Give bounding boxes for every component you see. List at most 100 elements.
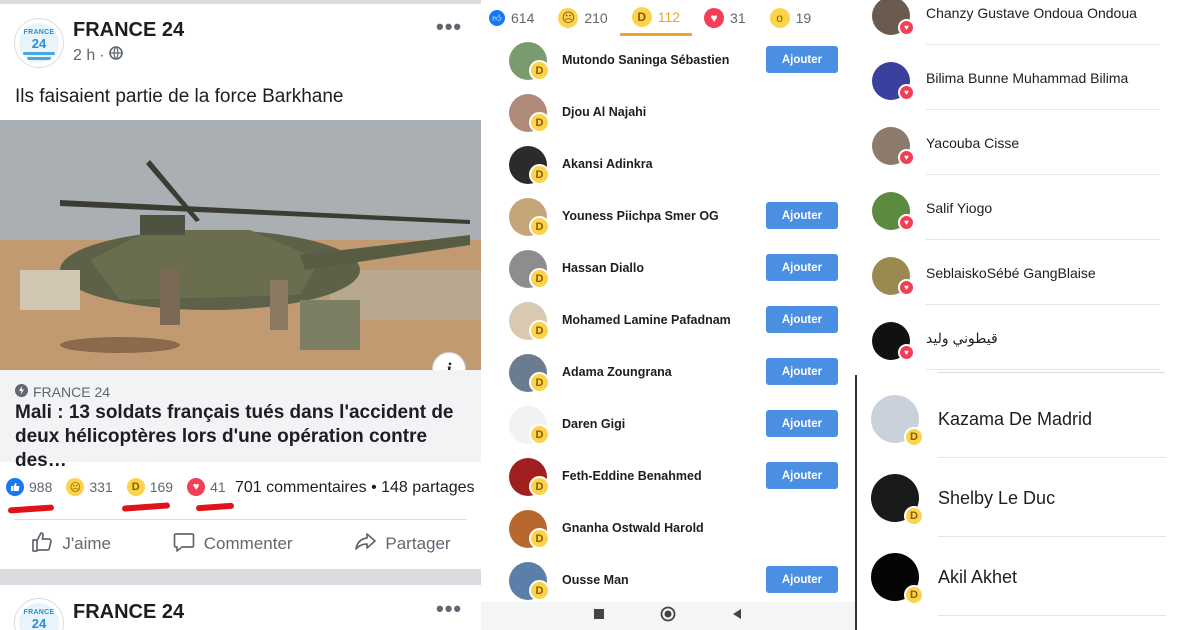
person-name[interactable]: Kazama De Madrid	[938, 409, 1092, 430]
link-preview[interactable]: FRANCE 24 Mali : 13 soldats français tué…	[0, 370, 481, 471]
list-item[interactable]: D Shelby Le Duc	[855, 458, 1200, 537]
list-item[interactable]: D Mohamed Lamine Pafadnam Ajouter	[481, 296, 855, 348]
sad-reaction[interactable]: ☹ 331	[66, 478, 113, 496]
like-reaction[interactable]: 988	[6, 478, 52, 496]
person-name[interactable]: Feth-Eddine Benahmed	[562, 469, 702, 483]
next-more-options-icon[interactable]: •••	[436, 596, 462, 622]
logo-text: FRANCE	[23, 29, 55, 36]
link-source-name: FRANCE 24	[33, 384, 111, 400]
wow-icon: o	[769, 8, 790, 28]
list-item[interactable]: ♥ قيطوني وليد	[855, 305, 1200, 370]
person-name[interactable]: Yacouba Cisse	[926, 135, 1019, 151]
haha-reaction[interactable]: D 169	[126, 478, 173, 496]
comment-icon	[172, 530, 196, 559]
add-friend-button[interactable]: Ajouter	[766, 46, 838, 73]
tab-love[interactable]: ♥ 31	[692, 0, 758, 36]
list-item[interactable]: D Akil Akhet	[855, 537, 1200, 616]
back-icon[interactable]	[731, 607, 743, 625]
page-avatar[interactable]: FRANCE 24	[14, 18, 64, 68]
list-item[interactable]: ♥ Chanzy Gustave Ondoua Ondoua	[855, 0, 1200, 45]
list-item[interactable]: ♥ SeblaiskoSébé GangBlaise	[855, 240, 1200, 305]
list-item[interactable]: D Akansi Adinkra	[481, 140, 855, 192]
reactions-panel: 👍︎ 614 ☹ 210 D 112 ♥ 31 o 19 D Mutondo Sa…	[481, 0, 855, 630]
list-item[interactable]: ♥ Salif Yiogo	[855, 175, 1200, 240]
list-item[interactable]: D Hassan Diallo Ajouter	[481, 244, 855, 296]
person-name[interactable]: Mutondo Saninga Sébastien	[562, 53, 729, 67]
logo-number: 24	[31, 36, 47, 51]
haha-icon: D	[529, 580, 550, 601]
list-item[interactable]: ♥ Bilima Bunne Muhammad Bilima	[855, 45, 1200, 110]
comment-button[interactable]: Commenter	[172, 530, 293, 559]
add-friend-button[interactable]: Ajouter	[766, 358, 838, 385]
list-item[interactable]: D Ousse Man Ajouter	[481, 556, 855, 608]
list-item[interactable]: ♥ Yacouba Cisse	[855, 110, 1200, 175]
post-caption: Ils faisaient partie de la force Barkhan…	[15, 86, 344, 107]
list-item[interactable]: D Daren Gigi Ajouter	[481, 400, 855, 452]
add-friend-button[interactable]: Ajouter	[766, 462, 838, 489]
tab-love-count: 31	[730, 10, 746, 26]
person-name[interactable]: قيطوني وليد	[926, 330, 998, 347]
red-underline-love	[195, 502, 235, 512]
more-options-icon[interactable]: •••	[436, 14, 462, 40]
person-name[interactable]: Salif Yiogo	[926, 200, 992, 216]
list-item[interactable]: D Kazama De Madrid	[855, 379, 1200, 458]
person-name[interactable]: Hassan Diallo	[562, 261, 644, 275]
person-name[interactable]: Shelby Le Duc	[938, 488, 1055, 509]
add-friend-button[interactable]: Ajouter	[766, 566, 838, 593]
person-name[interactable]: Daren Gigi	[562, 417, 625, 431]
home-icon[interactable]	[660, 606, 676, 627]
lightning-icon	[15, 384, 28, 400]
list-item[interactable]: D Feth-Eddine Benahmed Ajouter	[481, 452, 855, 504]
person-name[interactable]: Akansi Adinkra	[562, 157, 653, 171]
person-name[interactable]: Adama Zoungrana	[562, 365, 672, 379]
share-count[interactable]: 148 partages	[381, 479, 474, 496]
link-source: FRANCE 24	[15, 384, 110, 400]
tab-sad[interactable]: ☹ 210	[546, 0, 619, 36]
next-page-name[interactable]: FRANCE 24	[73, 601, 184, 624]
post-photo[interactable]	[0, 120, 481, 370]
next-page-avatar[interactable]: FRANCE 24	[14, 598, 64, 630]
person-name[interactable]: Youness Piichpa Smer OG	[562, 209, 719, 223]
person-name[interactable]: Gnanha Ostwald Harold	[562, 521, 704, 535]
recents-icon[interactable]	[593, 607, 605, 625]
divider	[926, 369, 1160, 370]
add-friend-button[interactable]: Ajouter	[766, 254, 838, 281]
post-time[interactable]: 2 h	[73, 47, 95, 65]
add-friend-button[interactable]: Ajouter	[766, 306, 838, 333]
haha-icon: D	[529, 112, 550, 133]
page-name[interactable]: FRANCE 24	[73, 19, 184, 42]
like-button[interactable]: J'aime	[30, 530, 111, 559]
sad-icon: ☹	[66, 478, 85, 496]
list-item[interactable]: D Adama Zoungrana Ajouter	[481, 348, 855, 400]
list-item[interactable]: D Mutondo Saninga Sébastien Ajouter	[481, 36, 855, 88]
person-name[interactable]: Chanzy Gustave Ondoua Ondoua	[926, 5, 1137, 21]
person-name[interactable]: Ousse Man	[562, 573, 629, 587]
france24-logo: FRANCE 24	[19, 603, 59, 630]
logo-number: 24	[31, 616, 47, 630]
list-item[interactable]: D Youness Piichpa Smer OG Ajouter	[481, 192, 855, 244]
person-name[interactable]: Akil Akhet	[938, 567, 1017, 588]
list-item[interactable]: D Djou Al Najahi	[481, 88, 855, 140]
tab-like[interactable]: 👍︎ 614	[481, 0, 546, 36]
add-friend-button[interactable]: Ajouter	[766, 410, 838, 437]
person-name[interactable]: Djou Al Najahi	[562, 105, 646, 119]
haha-icon: D	[529, 60, 550, 81]
logo-text: FRANCE	[23, 609, 55, 616]
comment-count[interactable]: 701 commentaires	[235, 479, 367, 496]
comments-shares[interactable]: 701 commentaires • 148 partages	[235, 479, 475, 497]
list-item[interactable]: D Gnanha Ostwald Harold	[481, 504, 855, 556]
france24-logo: FRANCE 24	[19, 23, 59, 63]
post-panel: FRANCE 24 FRANCE 24 2 h · ••• Ils faisai…	[0, 0, 481, 630]
person-name[interactable]: SeblaiskoSébé GangBlaise	[926, 265, 1096, 281]
share-icon	[353, 530, 377, 559]
love-reaction[interactable]: ♥ 41	[187, 478, 226, 496]
person-name[interactable]: Mohamed Lamine Pafadnam	[562, 313, 731, 327]
person-name[interactable]: Bilima Bunne Muhammad Bilima	[926, 70, 1128, 86]
like-icon	[6, 478, 24, 496]
reaction-stats[interactable]: 988 ☹ 331 D 169 ♥ 41	[6, 478, 240, 496]
post-separator	[0, 569, 481, 585]
tab-haha[interactable]: D 112	[619, 0, 693, 36]
tab-wow[interactable]: o 19	[758, 0, 824, 36]
add-friend-button[interactable]: Ajouter	[766, 202, 838, 229]
share-button[interactable]: Partager	[353, 530, 451, 559]
